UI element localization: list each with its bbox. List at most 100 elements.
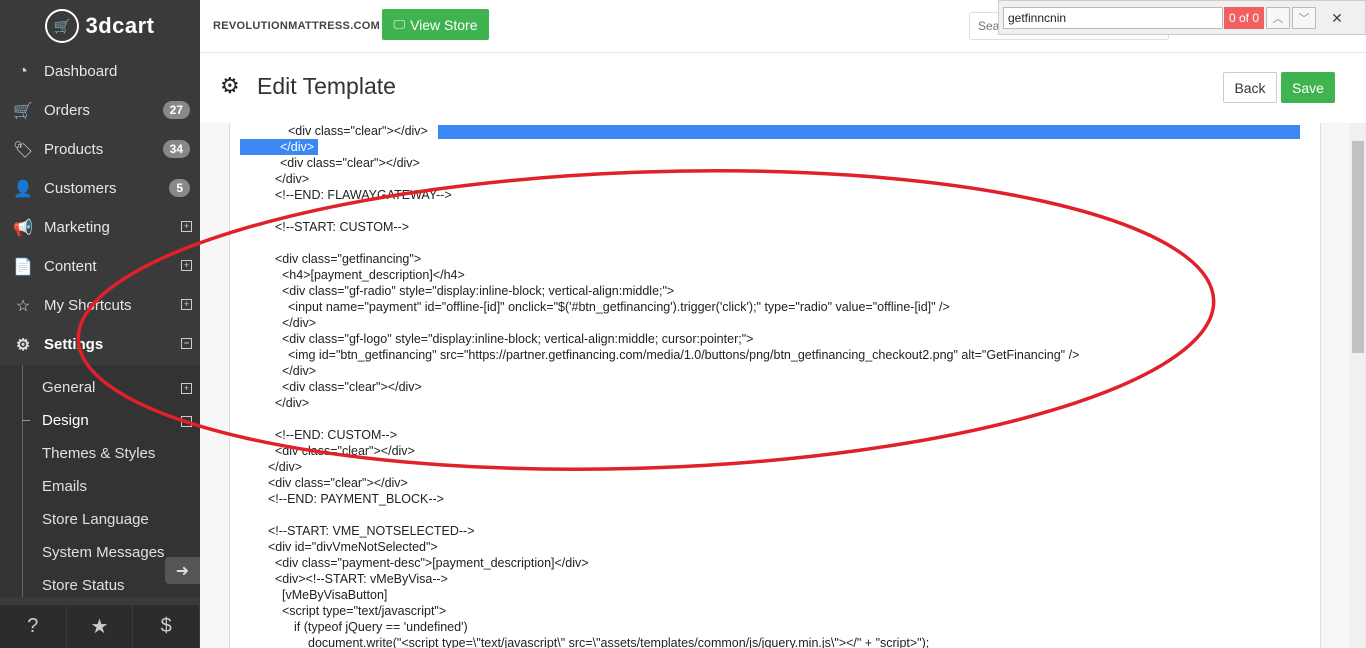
star-outline-icon: ☆: [15, 297, 31, 315]
code-line: <div class="gf-logo" style="display:inli…: [282, 332, 754, 346]
submenu-item-label: Store Status: [42, 577, 125, 594]
gears-icon: ⚙: [220, 73, 240, 98]
code-line: </div>: [268, 460, 303, 474]
chevron-down-icon: ﹀: [1298, 13, 1310, 25]
code-line: </div>: [275, 396, 310, 410]
dollar-icon[interactable]: $: [133, 605, 201, 648]
help-icon[interactable]: ?: [0, 605, 67, 648]
text-selection: [438, 125, 1300, 139]
find-match-count: 0 of 0: [1224, 7, 1264, 29]
code-line: <div class="clear"></div>: [288, 124, 428, 138]
code-line: </div>: [280, 140, 315, 154]
submenu-item-store-language[interactable]: Store Language: [0, 503, 200, 536]
code-line: <div class="payment-desc">[payment_descr…: [275, 556, 589, 570]
code-line: <input name="payment" id="offline-[id]" …: [288, 300, 950, 314]
code-line: </div>: [282, 364, 317, 378]
page-scrollbar-thumb[interactable]: [1352, 141, 1364, 353]
cart-logo-icon: 🛒: [45, 9, 80, 43]
code-line: if (typeof jQuery == 'undefined'): [294, 620, 468, 634]
save-button[interactable]: Save: [1281, 72, 1335, 103]
submenu-item-design[interactable]: Design −: [0, 404, 200, 437]
code-line: <div id="divVmeNotSelected">: [268, 540, 438, 554]
sidebar-item-label: Orders: [44, 102, 90, 119]
find-next-button[interactable]: ﹀: [1292, 7, 1316, 29]
code-line: <!--END: PAYMENT_BLOCK-->: [268, 492, 444, 506]
close-icon: ✕: [1331, 9, 1343, 26]
find-input[interactable]: getfinncnin: [1003, 7, 1223, 29]
code-line: <div><!--START: vMeByVisa-->: [275, 572, 448, 586]
count-badge: 27: [162, 101, 190, 119]
code-line: <div class="clear"></div>: [275, 444, 415, 458]
sidebar-item-marketing[interactable]: 📢 Marketing +: [0, 208, 200, 247]
submenu-item-general[interactable]: General +: [0, 371, 200, 404]
logo-text: 3dcart: [85, 13, 155, 38]
chevron-up-icon: ︿: [1272, 13, 1284, 25]
page-header: ⚙ Edit Template Back Save: [200, 53, 1366, 123]
submenu-item-label: Emails: [42, 478, 88, 495]
view-store-button[interactable]: 🖵 View Store: [382, 9, 489, 40]
code-line: [vMeByVisaButton]: [282, 588, 388, 602]
code-line: <script type="text/javascript">: [282, 604, 447, 618]
count-badge: 5: [169, 179, 190, 197]
collapse-icon[interactable]: −: [181, 416, 192, 427]
sidebar-item-dashboard[interactable]: ◔ Dashboard: [0, 52, 200, 91]
sidebar-footer: ? ★ $: [0, 605, 201, 648]
find-previous-button[interactable]: ︿: [1266, 7, 1290, 29]
sidebar-item-label: Dashboard: [44, 63, 118, 80]
active-indicator: [22, 420, 30, 421]
code-line: <img id="btn_getfinancing" src="https://…: [288, 348, 1080, 362]
editor-area: <div class="clear"></div> </div> <div clas…: [200, 123, 1350, 648]
arrow-left-icon: ➜: [175, 562, 190, 580]
collapse-icon[interactable]: −: [181, 338, 192, 349]
star-icon[interactable]: ★: [67, 605, 134, 648]
code-line: document.write("<script type=\"text/java…: [308, 636, 930, 648]
sidebar-item-settings[interactable]: ⚙ Settings −: [0, 325, 200, 364]
sidebar-item-products[interactable]: 🏷 Products 34: [0, 130, 200, 169]
collapse-sidebar-button[interactable]: ➜: [165, 557, 200, 584]
submenu-item-label: Themes & Styles: [42, 445, 156, 462]
page-title: Edit Template: [257, 73, 396, 99]
megaphone-icon: 📢: [13, 219, 33, 237]
code-line: <!--START: CUSTOM-->: [275, 220, 410, 234]
code-line: <!--END: CUSTOM-->: [275, 428, 397, 442]
submenu-item-label: Store Language: [42, 511, 149, 528]
sidebar-item-orders[interactable]: 🛒 Orders 27: [0, 91, 200, 130]
find-close-button[interactable]: ✕: [1326, 7, 1348, 29]
logo[interactable]: 🛒 3dcart: [0, 0, 200, 52]
submenu-item-label: Design: [42, 412, 89, 429]
sidebar-item-content[interactable]: 📄 Content +: [0, 247, 200, 286]
sidebar-item-my-shortcuts[interactable]: ☆ My Shortcuts +: [0, 286, 200, 325]
sidebar-item-label: Marketing: [44, 219, 110, 236]
find-bar: getfinncnin 0 of 0 ︿ ﹀ ✕: [998, 0, 1366, 35]
sidebar-item-label: Customers: [44, 180, 117, 197]
expand-icon[interactable]: +: [181, 260, 192, 271]
gears-icon: ⚙: [15, 336, 31, 354]
code-line: <div class="clear"></div>: [282, 380, 422, 394]
count-badge: 34: [162, 140, 190, 158]
user-icon: 👤: [13, 180, 33, 198]
sidebar: 🛒 3dcart ◔ Dashboard 🛒 Orders 27 🏷 Products 34 👤…: [0, 0, 201, 648]
code-line: <!--END: FLAWAYGATEWAY-->: [275, 188, 452, 202]
sidebar-item-label: Settings: [44, 336, 104, 353]
expand-icon[interactable]: +: [181, 383, 192, 394]
submenu-item-emails[interactable]: Emails: [0, 470, 200, 503]
code-line: <div class="clear"></div>: [268, 476, 408, 490]
submenu-item-themes-styles[interactable]: Themes & Styles: [0, 437, 200, 470]
code-line: <div class="getfinancing">: [275, 252, 422, 266]
document-icon: 📄: [13, 258, 33, 276]
store-name: REVOLUTIONMATTRESS.COM: [213, 20, 381, 32]
code-line: <h4>[payment_description]</h4>: [282, 268, 465, 282]
sidebar-item-label: My Shortcuts: [44, 297, 132, 314]
monitor-icon: 🖵: [393, 17, 406, 31]
sidebar-item-label: Content: [44, 258, 97, 275]
expand-icon[interactable]: +: [181, 221, 192, 232]
code-line: <!--START: VME_NOTSELECTED-->: [268, 524, 475, 538]
code-line: <div class="clear"></div>: [280, 156, 420, 170]
submenu-item-label: General: [42, 379, 96, 396]
back-button[interactable]: Back: [1223, 72, 1277, 103]
cart-icon: 🛒: [13, 102, 33, 120]
sidebar-item-customers[interactable]: 👤 Customers 5: [0, 169, 200, 208]
code-line: </div>: [282, 316, 317, 330]
code-editor[interactable]: <div class="clear"></div> </div> <div clas…: [229, 123, 1321, 648]
expand-icon[interactable]: +: [181, 299, 192, 310]
